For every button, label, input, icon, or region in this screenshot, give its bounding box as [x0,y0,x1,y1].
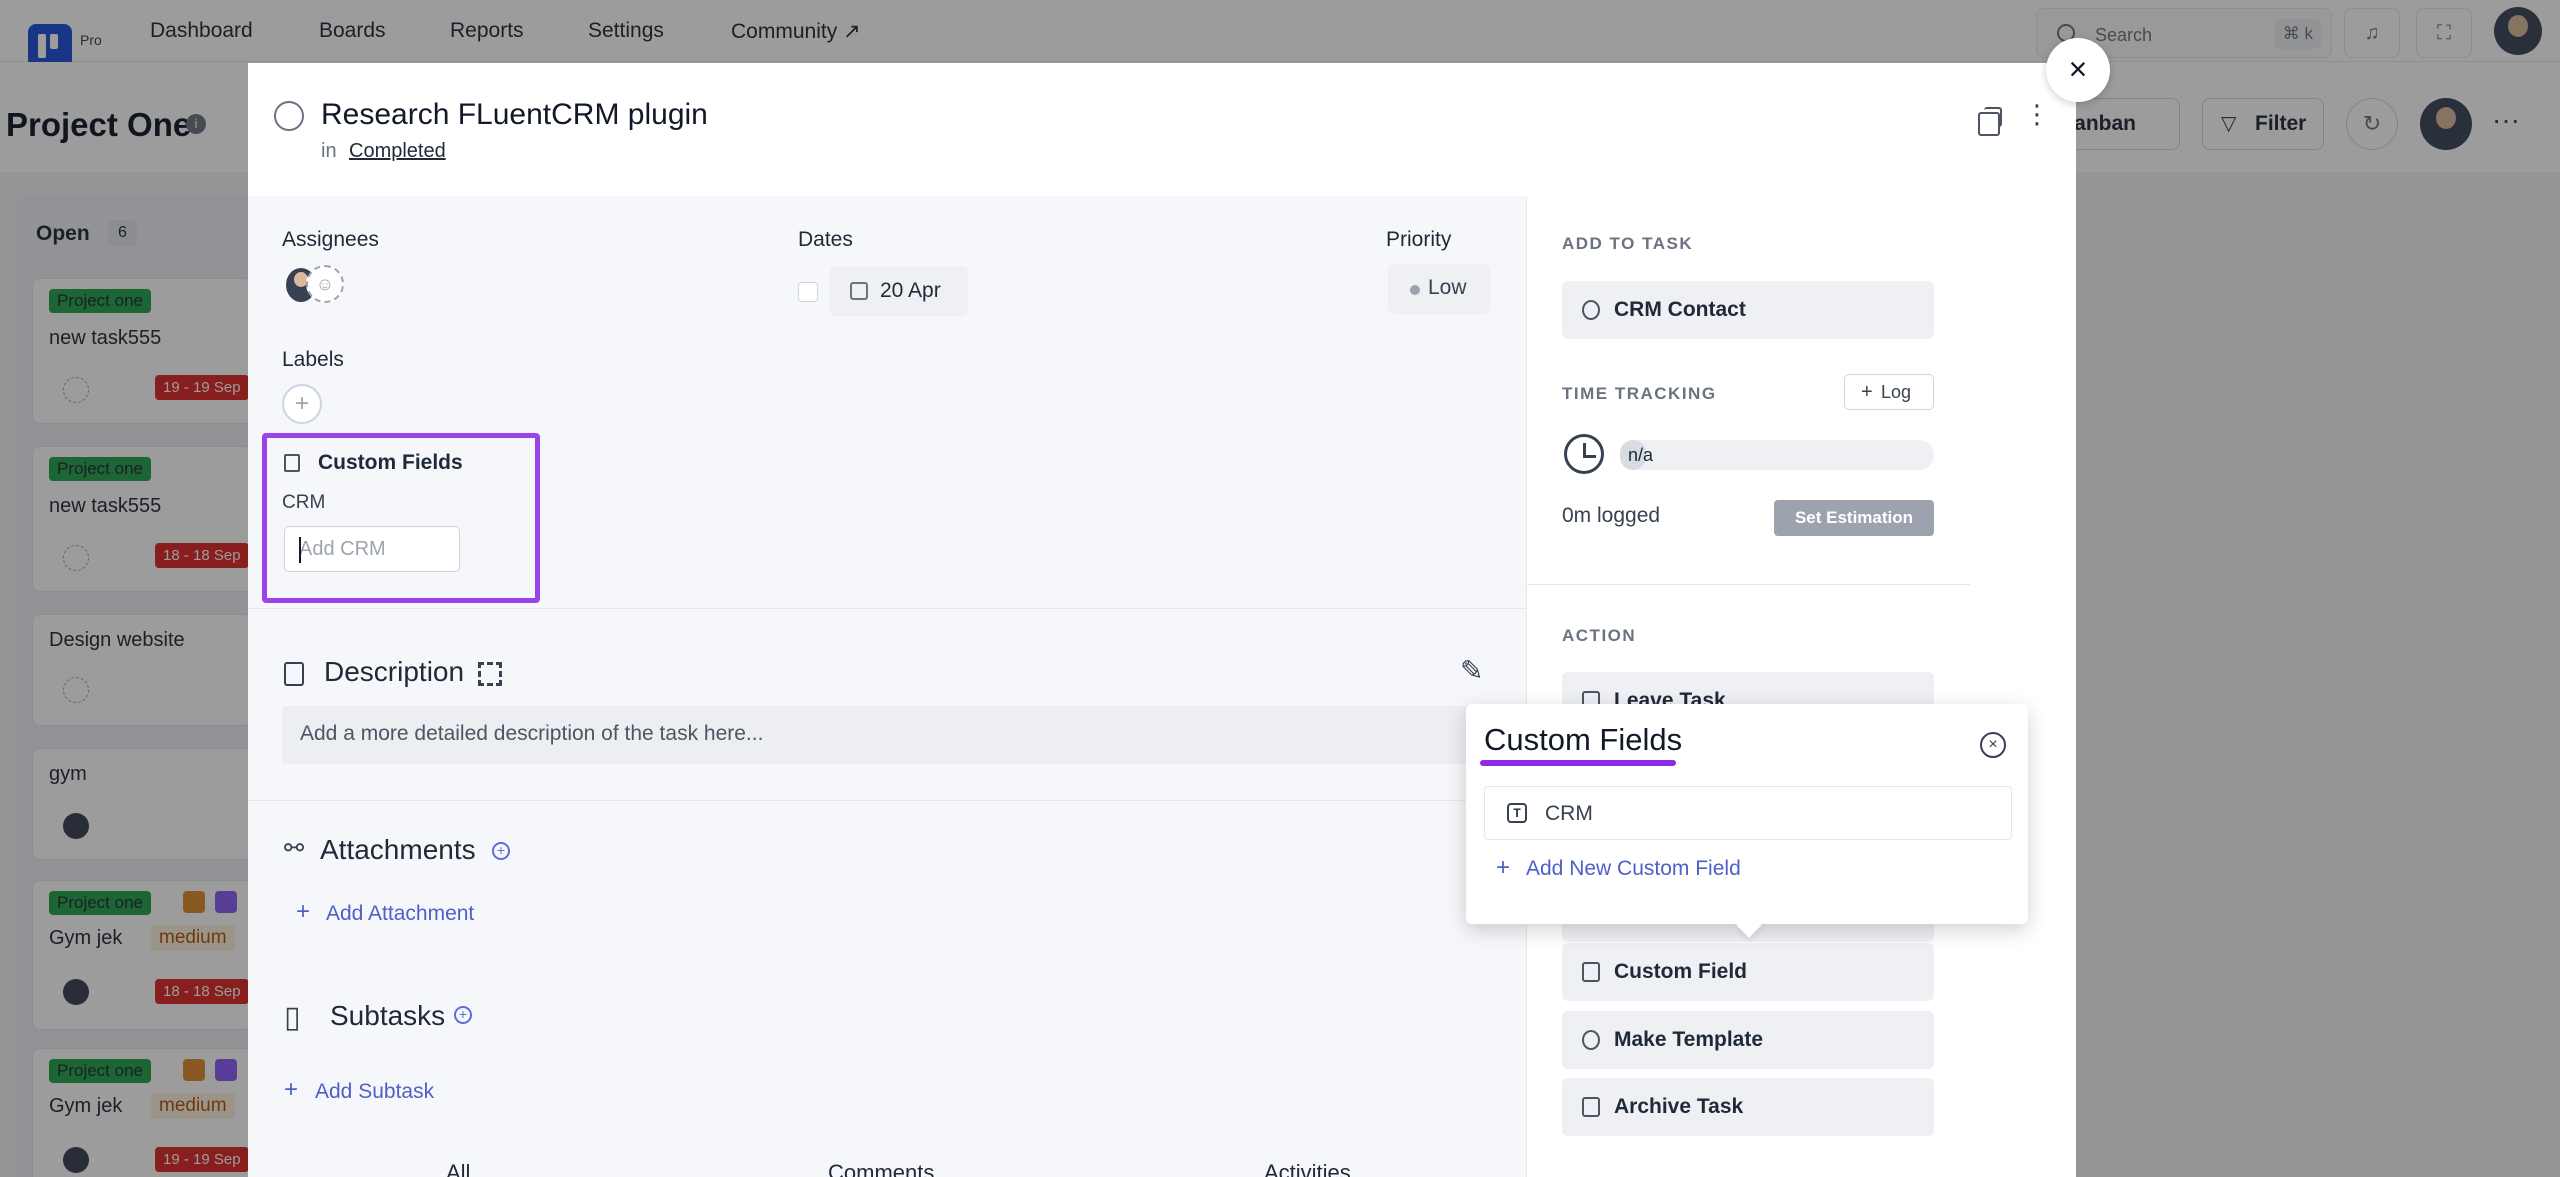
crm-contact-button[interactable]: CRM Contact [1562,281,1934,339]
complete-toggle[interactable] [274,101,304,131]
close-circle-icon[interactable]: × [1980,732,2006,758]
estimate-value: n/a [1628,445,1654,465]
divider [248,800,1466,801]
custom-fields-icon [284,454,300,472]
make-template-button[interactable]: Make Template [1562,1011,1934,1069]
priority-value: Low [1428,276,1467,299]
description-title: Description [324,656,465,687]
custom-field-name: CRM [1545,802,1593,825]
calendar-icon [850,282,868,300]
notebook-icon: ▯ [284,1001,301,1034]
add-to-task-caption: ADD TO TASK [1562,234,1694,253]
custom-field-button[interactable]: Custom Field [1562,943,1934,1001]
custom-field-icon [1582,962,1600,982]
add-subtask-icon[interactable]: + [454,1006,472,1024]
priority-label: Priority [1386,228,1452,251]
labels-label: Labels [282,348,344,371]
add-label-icon[interactable]: + [282,384,322,424]
add-assignee-icon[interactable]: ☺ [306,265,344,303]
add-attachment-link[interactable]: Add Attachment [326,902,474,926]
make-template-label: Make Template [1614,1028,1763,1051]
tab-all[interactable]: All [446,1160,470,1177]
custom-field-label: Custom Field [1614,960,1748,983]
custom-field-item[interactable]: T CRM [1484,786,2012,840]
log-label: Log [1881,382,1912,402]
divider [1526,584,1970,585]
copy-icon[interactable] [1978,107,2002,136]
link-icon: ⚯ [284,835,305,862]
time-logged: 0m logged [1562,504,1661,527]
kebab-menu-icon[interactable]: ⋮ [2024,101,2050,127]
custom-fields-title: Custom Fields [318,451,463,474]
plus-icon: + [284,1076,299,1103]
crm-contact-label: CRM Contact [1614,298,1746,321]
edit-icon[interactable]: ✎ [1460,654,1483,687]
attachments-title: Attachments [320,834,476,865]
text-field-icon: T [1507,803,1527,823]
task-title[interactable]: Research FLuentCRM plugin [321,98,708,132]
subtasks-title: Subtasks [330,1000,446,1031]
dates-label: Dates [798,228,853,251]
action-caption: ACTION [1562,626,1637,645]
divider [248,608,1526,609]
add-subtask-link[interactable]: Add Subtask [315,1080,434,1104]
tab-comments[interactable]: Comments [828,1160,934,1177]
task-status-link[interactable]: Completed [349,140,446,163]
tab-activities[interactable]: Activities [1264,1160,1351,1177]
popover-title: Custom Fields [1484,722,1683,757]
description-placeholder: Add a more detailed description of the t… [300,722,764,745]
log-time-button[interactable]: Log [1844,374,1934,410]
plus-icon: + [1496,854,1511,881]
description-editor[interactable]: Add a more detailed description of the t… [282,706,1502,764]
clock-icon [1564,434,1604,474]
crm-field-label: CRM [282,492,326,513]
plus-icon: + [296,898,311,925]
date-value: 20 Apr [880,279,941,302]
template-icon [1582,1030,1600,1050]
expand-icon[interactable] [478,662,502,686]
close-icon[interactable]: × [2046,38,2110,102]
crm-input[interactable]: Add CRM [284,526,460,572]
archive-icon [1582,1097,1600,1117]
time-tracking-caption: TIME TRACKING [1562,384,1717,403]
archive-task-label: Archive Task [1614,1095,1744,1118]
date-checkbox[interactable] [798,282,818,302]
add-custom-field-link[interactable]: Add New Custom Field [1526,857,1741,881]
add-attachment-icon[interactable]: + [492,842,510,860]
date-picker[interactable]: 20 Apr [830,266,968,316]
document-icon [284,662,304,686]
time-estimate-bar: n/a [1620,440,1934,470]
title-underline [1480,760,1676,766]
archive-task-button[interactable]: Archive Task [1562,1078,1934,1136]
assignees-label: Assignees [282,228,379,251]
status-prefix: in [321,140,337,162]
user-icon [1582,300,1600,320]
set-estimation-button[interactable]: Set Estimation [1774,500,1934,536]
priority-dot-icon [1410,285,1420,295]
priority-selector[interactable]: Low [1388,264,1490,314]
